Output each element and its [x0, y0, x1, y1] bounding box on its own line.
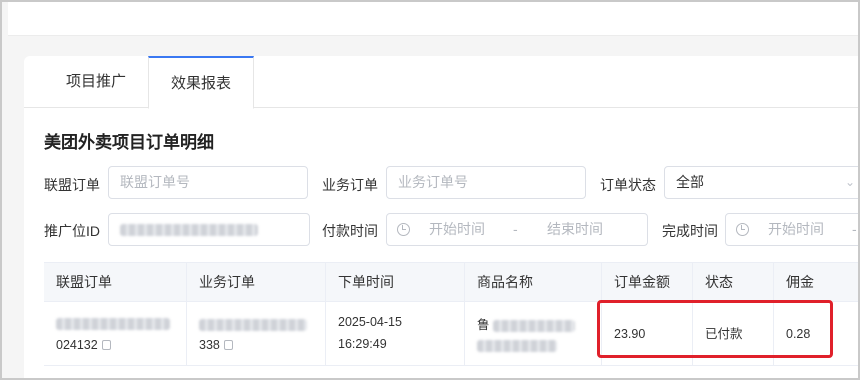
redacted-value: [199, 318, 307, 331]
order-date: 2025-04-15: [338, 315, 402, 329]
pay-time-start[interactable]: 开始时间: [429, 214, 485, 245]
order-time: 16:29:49: [338, 337, 387, 351]
redacted-value: [477, 339, 557, 352]
redacted-value: [56, 317, 170, 330]
promo-id-label: 推广位ID: [44, 223, 100, 239]
table-header: 联盟订单 业务订单 下单时间 商品名称 订单金额 状态 佣金: [44, 262, 858, 302]
promo-id-input[interactable]: [108, 213, 310, 246]
col-order-amount: 订单金额: [602, 263, 693, 302]
cell-order-time: 2025-04-15 16:29:49: [326, 302, 465, 366]
col-status: 状态: [693, 263, 774, 302]
business-order-tail: 338: [199, 338, 220, 352]
tab-project-promotion[interactable]: 项目推广: [46, 56, 146, 108]
union-order-label: 联盟订单: [44, 177, 100, 193]
pay-time-end[interactable]: 结束时间: [547, 214, 603, 245]
col-union-order: 联盟订单: [44, 263, 187, 302]
range-separator: -: [852, 221, 857, 237]
col-order-time: 下单时间: [326, 263, 465, 302]
cell-business-order: 338: [187, 302, 326, 366]
section-title: 美团外卖项目订单明细: [44, 133, 214, 152]
business-order-input[interactable]: 业务订单号: [386, 166, 586, 199]
cell-union-order: 024132: [44, 302, 187, 366]
col-commission: 佣金: [786, 274, 814, 290]
highlight-box: [597, 300, 833, 358]
copy-icon[interactable]: [101, 340, 111, 350]
product-name-prefix: 鲁: [477, 318, 490, 332]
order-status-select[interactable]: 全部 ⌄: [664, 166, 858, 199]
col-business-order: 业务订单: [187, 263, 326, 302]
col-product-name: 商品名称: [465, 263, 602, 302]
tab-bar: 项目推广 效果报表: [24, 56, 858, 109]
redacted-value: [493, 319, 575, 332]
copy-icon[interactable]: [223, 340, 233, 350]
clock-icon: [736, 223, 749, 236]
order-status-value: 全部: [676, 174, 704, 190]
tab-performance-report[interactable]: 效果报表: [148, 56, 254, 109]
clock-icon: [397, 223, 410, 236]
pay-time-range[interactable]: 开始时间 - 结束时间: [386, 213, 648, 246]
business-order-label: 业务订单: [322, 177, 378, 193]
complete-time-start[interactable]: 开始时间: [768, 214, 824, 245]
pay-time-label: 付款时间: [322, 223, 378, 239]
complete-time-label: 完成时间: [662, 223, 718, 239]
top-bar: [8, 2, 858, 36]
order-status-label: 订单状态: [600, 177, 656, 193]
range-separator: -: [513, 221, 518, 237]
cell-product-name: 鲁: [465, 302, 602, 366]
redacted-value: [120, 224, 258, 237]
complete-time-range[interactable]: 开始时间 -: [725, 213, 858, 246]
union-order-tail: 024132: [56, 338, 98, 352]
union-order-input[interactable]: 联盟订单号: [108, 166, 308, 199]
chevron-down-icon: ⌄: [844, 175, 855, 189]
